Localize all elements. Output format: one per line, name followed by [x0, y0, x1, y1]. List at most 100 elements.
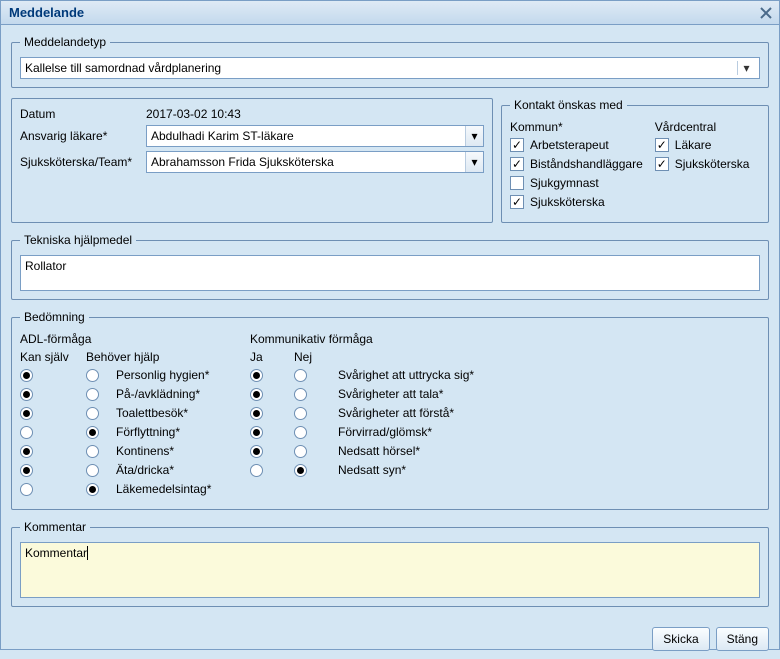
kontakt-group: Kontakt önskas med Kommun* Arbetsterapeu… — [501, 98, 769, 223]
kontakt-legend: Kontakt önskas med — [510, 98, 627, 112]
close-button[interactable]: Stäng — [716, 627, 769, 651]
komm-radio-opt1[interactable] — [250, 464, 263, 477]
bedomning-group: Bedömning ADL-förmåga Kan själv Behöver … — [11, 310, 769, 510]
kommun-label: Sjuksköterska — [530, 195, 605, 209]
checkbox-icon — [655, 138, 669, 152]
details-group: Datum 2017-03-02 10:43 Ansvarig läkare* … — [11, 98, 493, 223]
adl-row: Läkemedelsintag* — [20, 482, 220, 496]
tekniska-legend: Tekniska hjälpmedel — [20, 233, 136, 247]
adl-radio-opt1[interactable] — [20, 407, 33, 420]
adl-row: Toalettbesök* — [20, 406, 220, 420]
kommun-col: Kommun* Arbetsterapeut Biståndshandläggar… — [510, 120, 643, 214]
adl-radio-opt1[interactable] — [20, 483, 33, 496]
komm-row-label: Svårigheter att förstå* — [338, 406, 454, 420]
ansvarig-value: Abdulhadi Karim ST-läkare — [151, 129, 465, 143]
chevron-down-icon: ▾ — [465, 152, 483, 172]
komm-row: Svårigheter att förstå* — [250, 406, 510, 420]
meddelandetyp-select[interactable]: Kallelse till samordnad vårdplanering ▾ — [20, 57, 760, 79]
sjukskoterska-select[interactable]: Abrahamsson Frida Sjuksköterska ▾ — [146, 151, 484, 173]
kommentar-group: Kommentar Kommentar — [11, 520, 769, 607]
kommun-item[interactable]: Arbetsterapeut — [510, 138, 643, 152]
adl-row-label: Äta/dricka* — [116, 463, 174, 477]
adl-row-label: Läkemedelsintag* — [116, 482, 211, 496]
komm-radio-opt2[interactable] — [294, 445, 307, 458]
adl-radio-opt1[interactable] — [20, 388, 33, 401]
komm-radio-opt1[interactable] — [250, 369, 263, 382]
adl-row: Äta/dricka* — [20, 463, 220, 477]
adl-radio-opt2[interactable] — [86, 426, 99, 439]
komm-row-label: Förvirrad/glömsk* — [338, 425, 432, 439]
bedomning-legend: Bedömning — [20, 310, 89, 324]
adl-radio-opt1[interactable] — [20, 369, 33, 382]
checkbox-icon — [510, 176, 524, 190]
adl-radio-opt2[interactable] — [86, 407, 99, 420]
komm-radio-opt2[interactable] — [294, 464, 307, 477]
kommun-label: Biståndshandläggare — [530, 157, 643, 171]
adl-radio-opt1[interactable] — [20, 445, 33, 458]
adl-head-2: Behöver hjälp — [86, 350, 196, 364]
adl-radio-opt1[interactable] — [20, 426, 33, 439]
komm-row-label: Nedsatt hörsel* — [338, 444, 420, 458]
adl-radio-opt2[interactable] — [86, 445, 99, 458]
adl-radio-opt2[interactable] — [86, 483, 99, 496]
send-button[interactable]: Skicka — [652, 627, 709, 651]
adl-row: Förflyttning* — [20, 425, 220, 439]
komm-head-1: Ja — [250, 350, 294, 364]
checkbox-icon — [510, 195, 524, 209]
komm-radio-opt1[interactable] — [250, 388, 263, 401]
adl-radio-opt2[interactable] — [86, 388, 99, 401]
komm-col: Kommunikativ förmåga Ja Nej Svårighet at… — [250, 332, 510, 501]
komm-radio-opt2[interactable] — [294, 369, 307, 382]
komm-radio-opt2[interactable] — [294, 388, 307, 401]
komm-row: Nedsatt syn* — [250, 463, 510, 477]
komm-radio-opt2[interactable] — [294, 426, 307, 439]
komm-radio-opt2[interactable] — [294, 407, 307, 420]
vardcentral-label: Sjuksköterska — [675, 157, 750, 171]
vardcentral-label: Vårdcentral — [655, 120, 760, 134]
close-icon[interactable] — [757, 4, 775, 22]
adl-row-label: Förflyttning* — [116, 425, 180, 439]
komm-row-label: Svårigheter att tala* — [338, 387, 443, 401]
adl-radio-opt2[interactable] — [86, 464, 99, 477]
kommun-item[interactable]: Biståndshandläggare — [510, 157, 643, 171]
meddelandetyp-legend: Meddelandetyp — [20, 35, 110, 49]
vardcentral-label: Läkare — [675, 138, 712, 152]
komm-row-label: Nedsatt syn* — [338, 463, 406, 477]
sjukskoterska-value: Abrahamsson Frida Sjuksköterska — [151, 155, 465, 169]
chevron-down-icon: ▾ — [737, 61, 755, 75]
datum-label: Datum — [20, 107, 146, 121]
komm-row: Nedsatt hörsel* — [250, 444, 510, 458]
kommun-label: Kommun* — [510, 120, 643, 134]
komm-radio-opt1[interactable] — [250, 445, 263, 458]
kommun-item[interactable]: Sjuksköterska — [510, 195, 643, 209]
datum-value: 2017-03-02 10:43 — [146, 107, 241, 121]
komm-label: Kommunikativ förmåga — [250, 332, 510, 346]
adl-row-label: Toalettbesök* — [116, 406, 188, 420]
komm-radio-opt1[interactable] — [250, 407, 263, 420]
ansvarig-select[interactable]: Abdulhadi Karim ST-läkare ▾ — [146, 125, 484, 147]
komm-radio-opt1[interactable] — [250, 426, 263, 439]
vardcentral-item[interactable]: Läkare — [655, 138, 760, 152]
footer: Skicka Stäng — [1, 623, 779, 659]
checkbox-icon — [510, 138, 524, 152]
tekniska-group: Tekniska hjälpmedel Rollator — [11, 233, 769, 300]
kommentar-textarea[interactable]: Kommentar — [20, 542, 760, 598]
titlebar: Meddelande — [1, 1, 779, 25]
adl-row-label: Personlig hygien* — [116, 368, 209, 382]
adl-col: ADL-förmåga Kan själv Behöver hjälp Pers… — [20, 332, 220, 501]
adl-radio-opt2[interactable] — [86, 369, 99, 382]
vardcentral-item[interactable]: Sjuksköterska — [655, 157, 760, 171]
komm-head-2: Nej — [294, 350, 338, 364]
kommun-label: Sjukgymnast — [530, 176, 599, 190]
adl-radio-opt1[interactable] — [20, 464, 33, 477]
adl-row: Personlig hygien* — [20, 368, 220, 382]
adl-row: Kontinens* — [20, 444, 220, 458]
adl-row-label: Kontinens* — [116, 444, 174, 458]
kommun-item[interactable]: Sjukgymnast — [510, 176, 643, 190]
kommun-label: Arbetsterapeut — [530, 138, 609, 152]
tekniska-textarea[interactable]: Rollator — [20, 255, 760, 291]
meddelandetyp-value: Kallelse till samordnad vårdplanering — [25, 61, 221, 75]
adl-head-1: Kan själv — [20, 350, 86, 364]
adl-label: ADL-förmåga — [20, 332, 220, 346]
content: Meddelandetyp Kallelse till samordnad vå… — [1, 25, 779, 623]
